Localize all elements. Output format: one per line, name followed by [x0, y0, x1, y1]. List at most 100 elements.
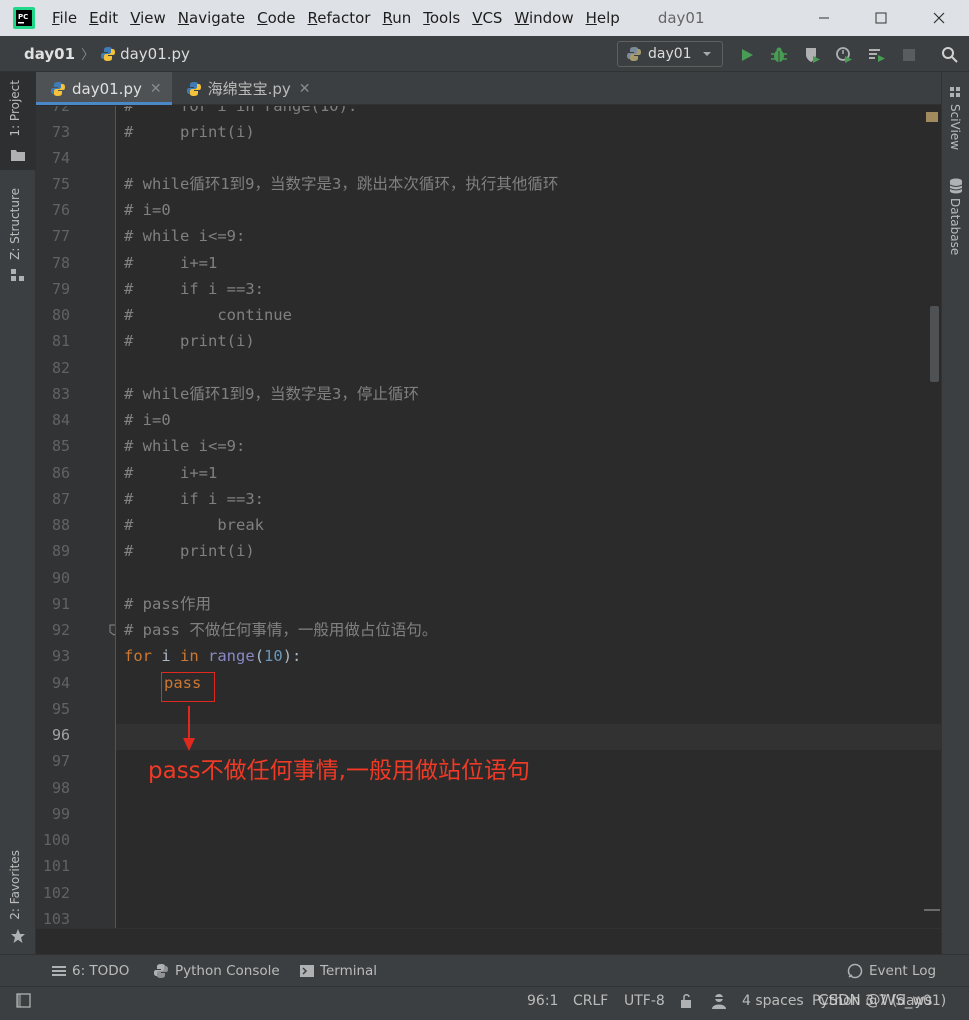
tab-haimian-baobao[interactable]: 海绵宝宝.py ✕	[172, 72, 321, 105]
code-editor[interactable]: # for i in range(10): # print(i) # while…	[116, 106, 941, 928]
line-number: 81	[51, 332, 70, 350]
menu-edit[interactable]: Edit	[83, 0, 124, 36]
editor-tab-bar: day01.py ✕ 海绵宝宝.py ✕	[36, 72, 941, 105]
python-console-label: Python Console	[175, 963, 280, 979]
line-number: 83	[51, 385, 70, 403]
tool-tab-structure[interactable]: Z: Structure	[8, 188, 22, 260]
menu-navigate[interactable]: Navigate	[172, 0, 251, 36]
line-number: 101	[42, 857, 70, 875]
menu-vcs[interactable]: VCS	[466, 0, 508, 36]
tool-tab-database[interactable]: Database	[948, 198, 962, 255]
line-number: 73	[51, 123, 70, 141]
run-config-label: day01	[648, 46, 692, 62]
python-console-button[interactable]: Python Console	[153, 955, 280, 987]
debug-button[interactable]	[768, 44, 790, 66]
title-bar: PC File Edit View Navigate Code Refactor…	[0, 0, 969, 36]
search-everywhere-button[interactable]	[939, 44, 961, 66]
line-number: 94	[51, 674, 70, 692]
right-tool-strip: SciView Database	[941, 72, 969, 954]
menu-view[interactable]: View	[124, 0, 172, 36]
code-line: # pass作用	[124, 595, 211, 613]
structure-icon	[11, 269, 24, 281]
line-number: 90	[51, 569, 70, 587]
python-file-icon	[186, 81, 201, 96]
csdn-watermark: CSDN @WS_ws	[818, 991, 933, 1009]
tool-tab-project[interactable]: 1: Project	[8, 80, 22, 137]
vertical-scrollbar-thumb[interactable]	[930, 306, 939, 382]
run-configuration-dropdown[interactable]: day01	[617, 41, 723, 67]
tool-tab-favorites[interactable]: 2: Favorites	[8, 850, 22, 920]
minimize-icon	[819, 17, 829, 19]
list-icon	[52, 966, 66, 976]
paren-close: ):	[282, 647, 302, 665]
loop-variable: i	[152, 647, 180, 665]
tab-day01[interactable]: day01.py ✕	[36, 72, 172, 105]
menu-run[interactable]: Run	[376, 0, 417, 36]
code-line: # print(i)	[124, 123, 255, 141]
terminal-label: Terminal	[320, 963, 378, 979]
close-window-button[interactable]	[910, 0, 968, 36]
event-log-button[interactable]: Event Log	[847, 955, 936, 987]
profile-button[interactable]	[833, 44, 855, 66]
line-number-gutter: 72 73 74 75 76 77 78 79 80 81 82 83 84 8…	[36, 106, 116, 928]
line-number: 79	[51, 280, 70, 298]
menu-refactor[interactable]: Refactor	[302, 0, 377, 36]
line-number: 103	[42, 910, 70, 928]
breadcrumb-project[interactable]: day01	[24, 45, 75, 63]
inspector-icon[interactable]	[710, 992, 728, 1010]
menu-code[interactable]: Code	[251, 0, 301, 36]
fold-marker-icon[interactable]	[109, 624, 116, 636]
stop-button[interactable]	[898, 44, 920, 66]
line-separator[interactable]: CRLF	[573, 987, 608, 1020]
line-number: 86	[51, 464, 70, 482]
code-line: # print(i)	[124, 542, 255, 560]
unlock-icon[interactable]	[680, 993, 694, 1009]
code-line: # i=0	[124, 411, 171, 429]
python-console-icon	[154, 964, 168, 978]
tab-close-icon[interactable]: ✕	[299, 81, 311, 97]
line-number: 80	[51, 306, 70, 324]
code-line: # while循环1到9，当数字是3，停止循环	[124, 385, 419, 403]
code-line: # continue	[124, 306, 292, 324]
horizontal-scroll-area	[36, 928, 941, 954]
code-line: # print(i)	[124, 332, 255, 350]
window-title: day01	[657, 9, 705, 27]
line-number: 74	[51, 149, 70, 167]
breadcrumb-file[interactable]: day01.py	[100, 45, 190, 63]
tab-close-icon[interactable]: ✕	[150, 81, 162, 97]
terminal-tool-button[interactable]: Terminal	[300, 955, 377, 987]
terminal-icon	[300, 965, 314, 977]
toggle-tool-windows-icon[interactable]	[16, 993, 32, 1009]
code-line: # if i ==3:	[124, 280, 264, 298]
minimize-button[interactable]	[795, 0, 853, 36]
menu-file[interactable]: File	[46, 0, 83, 36]
navigation-bar: day01 〉 day01.py day01	[0, 36, 969, 72]
code-line: # while i<=9:	[124, 437, 246, 455]
tool-tab-sciview[interactable]: SciView	[948, 104, 962, 150]
chevron-down-icon	[702, 52, 711, 56]
inspection-marker[interactable]	[926, 112, 938, 122]
menu-help[interactable]: Help	[580, 0, 626, 36]
line-number: 93	[51, 647, 70, 665]
concurrency-icon	[869, 49, 885, 62]
indent-setting[interactable]: 4 spaces	[742, 987, 804, 1020]
menu-tools[interactable]: Tools	[417, 0, 466, 36]
left-tool-strip: 1: Project Z: Structure 2: Favorites	[0, 72, 36, 954]
todo-tool-button[interactable]: 6: TODO	[52, 955, 129, 987]
star-icon	[11, 929, 25, 943]
run-button[interactable]	[736, 44, 758, 66]
line-number: 91	[51, 595, 70, 613]
menu-window[interactable]: Window	[508, 0, 579, 36]
caret-position[interactable]: 96:1	[527, 987, 558, 1020]
search-icon	[942, 47, 958, 63]
file-encoding[interactable]: UTF-8	[624, 987, 665, 1020]
coverage-button[interactable]	[801, 44, 823, 66]
line-number: 75	[51, 175, 70, 193]
python-config-icon	[627, 47, 641, 61]
scroll-marker	[924, 909, 940, 911]
pass-highlight-box	[161, 672, 215, 702]
tab-label: 海绵宝宝.py	[207, 80, 291, 98]
run-concurrency-button[interactable]	[866, 44, 888, 66]
bottom-tool-bar: 6: TODO Python Console Terminal Event Lo…	[0, 954, 969, 986]
maximize-button[interactable]	[852, 0, 910, 36]
